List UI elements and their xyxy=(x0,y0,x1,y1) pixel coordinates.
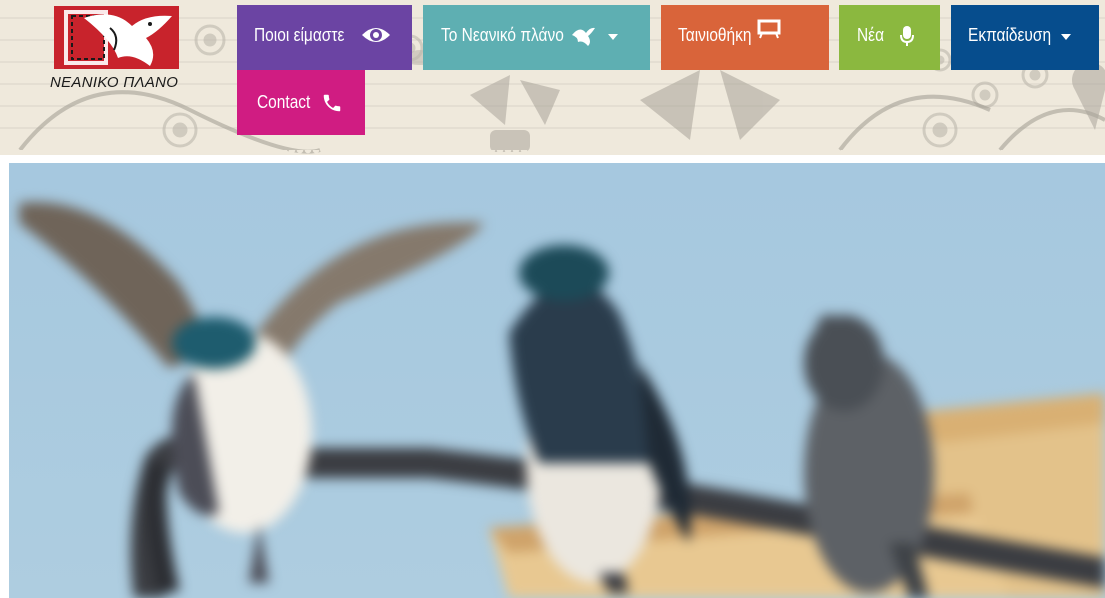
nav-item-youth-plan[interactable]: Το Νεανικό πλάνο xyxy=(423,5,650,70)
nav-item-about-us[interactable]: Ποιοι είμαστε xyxy=(237,5,412,70)
nav-item-label: Contact xyxy=(257,92,311,112)
screen-icon xyxy=(757,19,781,44)
logo-mark xyxy=(54,6,179,69)
logo-birds-icon xyxy=(64,10,172,66)
nav-item-contact[interactable]: Contact xyxy=(237,70,365,135)
nav-item-label: Ταινιοθήκη xyxy=(678,25,752,45)
chevron-down-icon xyxy=(607,34,618,40)
nav-item-label: Το Νεανικό πλάνο xyxy=(441,25,564,45)
bird-icon xyxy=(570,25,596,52)
nav-item-label: Νέα xyxy=(857,25,885,45)
site-logo[interactable]: ΝΕΑΝΙΚΟ ΠΛΑΝΟ xyxy=(50,4,186,100)
nav-item-label: Εκπαίδευση xyxy=(968,25,1052,45)
nav-item-film-library[interactable]: Ταινιοθήκη xyxy=(661,5,829,70)
nav-item-education[interactable]: Εκπαίδευση xyxy=(951,5,1099,70)
chevron-down-icon xyxy=(1060,34,1071,40)
microphone-icon xyxy=(900,25,915,52)
header-scalloped-edge xyxy=(0,150,1105,155)
phone-icon xyxy=(321,92,343,119)
hero-swallows-illustration xyxy=(19,202,1105,598)
eye-icon xyxy=(361,25,391,50)
nav-item-label: Ποιοι είμαστε xyxy=(254,25,345,45)
logo-text: ΝΕΑΝΙΚΟ ΠΛΑΝΟ xyxy=(50,74,179,91)
site-header: ΝΕΑΝΙΚΟ ΠΛΑΝΟ Ποιοι είμαστε Το Νεανικό π… xyxy=(0,0,1105,155)
nav-item-news[interactable]: Νέα xyxy=(839,5,940,70)
hero-image xyxy=(9,163,1105,598)
